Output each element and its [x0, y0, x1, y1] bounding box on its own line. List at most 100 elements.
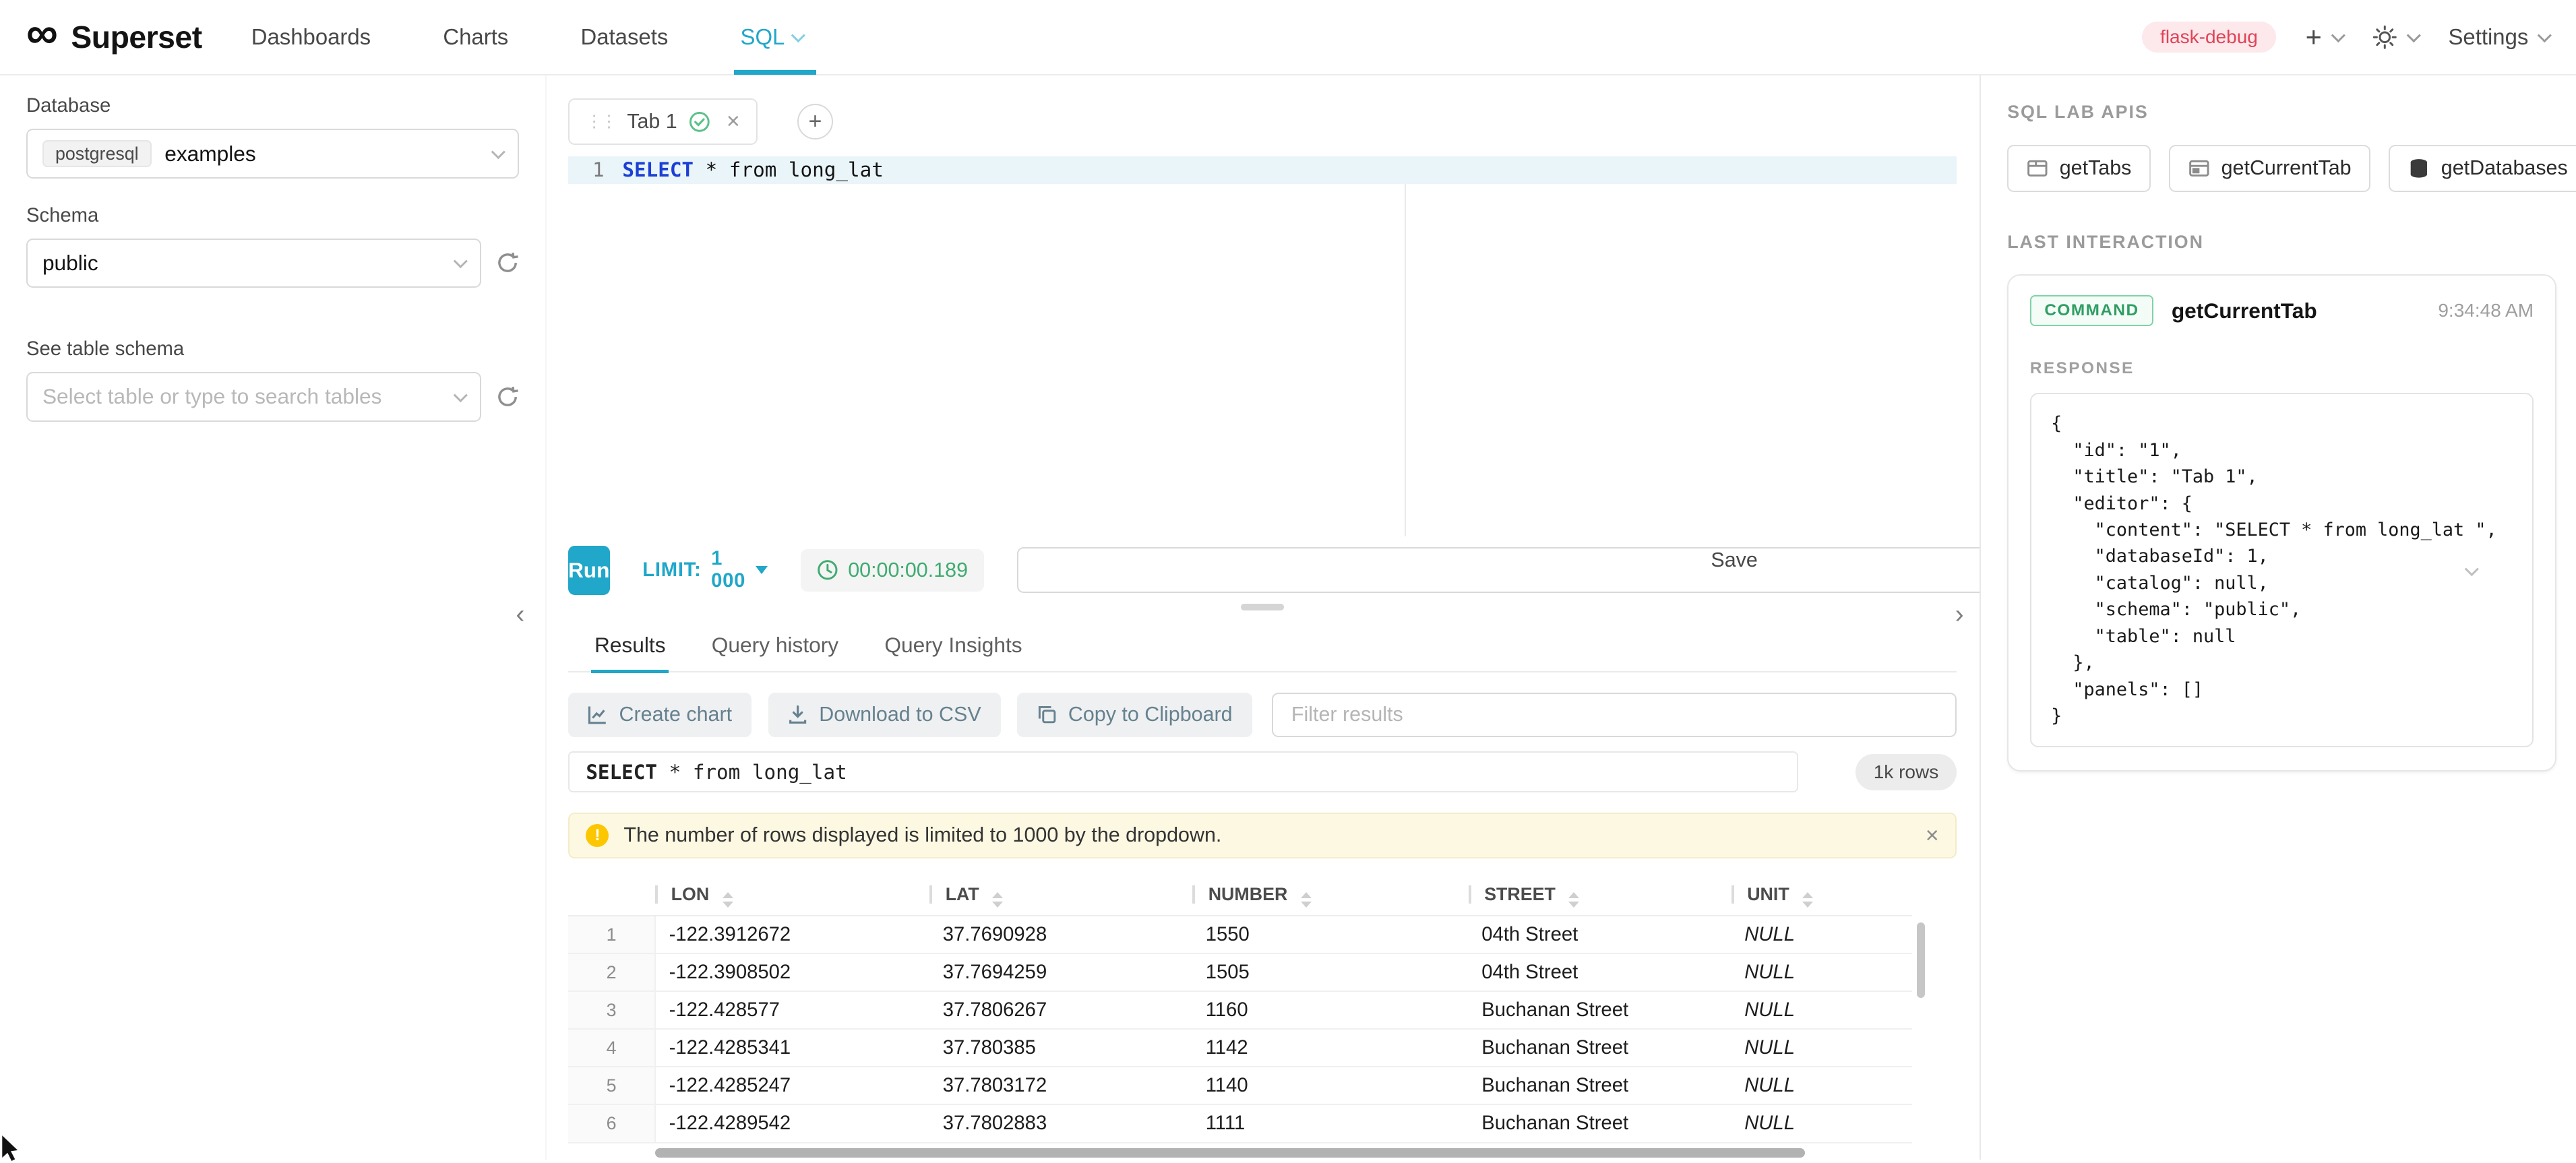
sort-icon[interactable]: [1568, 892, 1579, 908]
collapse-sidebar-arrow[interactable]: ‹: [516, 601, 524, 627]
database-label: Database: [26, 95, 519, 117]
drag-handle-icon[interactable]: ⋮⋮: [586, 111, 615, 131]
superset-brand[interactable]: ∞ Superset: [26, 19, 202, 55]
database-select[interactable]: postgresql examples: [26, 129, 519, 178]
run-button[interactable]: Run: [568, 546, 610, 595]
copy-clipboard-label: Copy to Clipboard: [1068, 703, 1233, 726]
row-index-cell: 5: [568, 1067, 655, 1104]
download-csv-button[interactable]: Download to CSV: [768, 693, 1001, 737]
nav-item-datasets[interactable]: Datasets: [545, 0, 704, 75]
database-icon: [2408, 158, 2430, 179]
command-badge: COMMAND: [2030, 295, 2153, 327]
sort-icon[interactable]: [992, 892, 1003, 908]
data-cell: -122.4285247: [655, 1067, 929, 1104]
data-cell: NULL: [1731, 1029, 1912, 1067]
create-chart-button[interactable]: Create chart: [568, 693, 752, 737]
new-item-button[interactable]: +: [2306, 21, 2343, 53]
close-alert-icon[interactable]: ×: [1926, 824, 1939, 847]
results-table-container: LON LAT NUMBER STREETUNIT 1-122.391267237.7…: [568, 877, 1957, 1143]
collapse-api-panel-arrow[interactable]: ›: [1955, 601, 1964, 627]
tab-results[interactable]: Results: [572, 619, 689, 671]
table-row[interactable]: 6-122.428954237.78028831111Buchanan Stre…: [568, 1104, 1912, 1142]
vertical-scrollbar[interactable]: [1917, 922, 1925, 998]
sql-editor[interactable]: 1 SELECT * from long_lat: [568, 156, 1957, 537]
database-dialect-tag: postgresql: [42, 140, 152, 167]
table-row[interactable]: 4-122.428534137.7803851142Buchanan Stree…: [568, 1029, 1912, 1067]
column-label: NUMBER: [1208, 884, 1288, 904]
environment-badge: flask-debug: [2142, 22, 2275, 53]
horizontal-scrollbar-track: [568, 1148, 1912, 1160]
column-header-lon[interactable]: LON: [655, 877, 929, 916]
print-margin-line: [1405, 156, 1406, 537]
limit-dropdown[interactable]: LIMIT: 1 000: [642, 548, 768, 592]
tab-query-insights[interactable]: Query Insights: [861, 619, 1045, 671]
results-actions: Create chart Download to CSV Copy to Cli…: [568, 693, 1957, 737]
column-resize-handle[interactable]: [655, 885, 658, 904]
data-cell: 1550: [1192, 916, 1469, 953]
brand-name: Superset: [71, 19, 202, 55]
chevron-down-icon: [454, 388, 468, 402]
editor-active-line[interactable]: 1 SELECT * from long_lat: [568, 156, 1957, 184]
command-name: getCurrentTab: [2172, 298, 2317, 323]
chevron-down-icon: [2538, 28, 2552, 42]
editor-tab-1[interactable]: ⋮⋮ Tab 1 ×: [568, 98, 758, 144]
nav-item-dashboards[interactable]: Dashboards: [215, 0, 407, 75]
table-search-input[interactable]: [42, 384, 456, 409]
chart-icon: [588, 705, 607, 724]
nav-item-charts[interactable]: Charts: [407, 0, 545, 75]
get-current-tab-button[interactable]: getCurrentTab: [2169, 145, 2370, 193]
get-tabs-button[interactable]: getTabs: [2007, 145, 2151, 193]
sort-icon[interactable]: [1301, 892, 1312, 908]
data-cell: -122.3908502: [655, 953, 929, 991]
add-tab-button[interactable]: +: [797, 104, 834, 140]
data-cell: 04th Street: [1469, 953, 1731, 991]
settings-menu[interactable]: Settings: [2448, 24, 2550, 50]
column-resize-handle[interactable]: [1192, 885, 1195, 904]
sun-icon: [2372, 25, 2397, 50]
get-current-tab-label: getCurrentTab: [2221, 156, 2352, 180]
sort-icon[interactable]: [1802, 892, 1813, 908]
column-label: LAT: [946, 884, 979, 904]
copy-clipboard-button[interactable]: Copy to Clipboard: [1017, 693, 1252, 737]
navbar-right: flask-debug + Settings: [2142, 21, 2550, 53]
chevron-down-icon: [2331, 28, 2345, 42]
horizontal-scrollbar[interactable]: [655, 1148, 1805, 1158]
response-label: RESPONSE: [2030, 359, 2534, 378]
table-select[interactable]: [26, 372, 481, 421]
sort-icon[interactable]: [723, 892, 733, 908]
api-panel-title: SQL LAB APIS: [2007, 102, 2149, 122]
mouse-cursor: [0, 1133, 22, 1163]
column-resize-handle[interactable]: [1731, 885, 1734, 904]
query-preview: SELECT * from long_lat: [568, 751, 1798, 792]
data-cell: NULL: [1731, 1104, 1912, 1142]
column-header-street[interactable]: STREET: [1469, 877, 1731, 916]
theme-toggle-button[interactable]: [2372, 25, 2418, 50]
main-nav: Dashboards Charts Datasets SQL: [215, 0, 839, 75]
table-row[interactable]: 5-122.428524737.78031721140Buchanan Stre…: [568, 1067, 1912, 1104]
refresh-tables-button[interactable]: [496, 385, 519, 408]
data-cell: 37.7802883: [929, 1104, 1192, 1142]
table-row[interactable]: 1-122.391267237.7690928155004th StreetNU…: [568, 916, 1912, 953]
column-resize-handle[interactable]: [929, 885, 932, 904]
column-resize-handle[interactable]: [1469, 885, 1471, 904]
data-cell: 37.7690928: [929, 916, 1192, 953]
get-databases-button[interactable]: getDatabases: [2389, 145, 2576, 193]
refresh-schemas-button[interactable]: [496, 251, 519, 274]
editor-results-splitter[interactable]: [568, 596, 1957, 619]
clock-icon: [817, 559, 838, 581]
row-index-header: [568, 877, 655, 916]
column-header-lat[interactable]: LAT: [929, 877, 1192, 916]
data-cell: 37.7806267: [929, 991, 1192, 1029]
schema-select[interactable]: public: [26, 239, 481, 288]
nav-item-sql[interactable]: SQL: [704, 0, 839, 75]
filter-results-input[interactable]: [1272, 693, 1957, 737]
column-header-number[interactable]: NUMBER: [1192, 877, 1469, 916]
table-row[interactable]: 2-122.390850237.7694259150504th StreetNU…: [568, 953, 1912, 991]
last-interaction-title: LAST INTERACTION: [2007, 232, 2556, 253]
column-header-unit[interactable]: UNIT: [1731, 877, 1912, 916]
row-limit-alert: ! The number of rows displayed is limite…: [568, 813, 1957, 858]
tab-query-history[interactable]: Query history: [689, 619, 862, 671]
table-row[interactable]: 3-122.42857737.78062671160Buchanan Stree…: [568, 991, 1912, 1029]
close-tab-icon[interactable]: ×: [727, 110, 740, 133]
page-content: ‹ › Database postgresql examples Schema …: [0, 75, 2576, 1160]
